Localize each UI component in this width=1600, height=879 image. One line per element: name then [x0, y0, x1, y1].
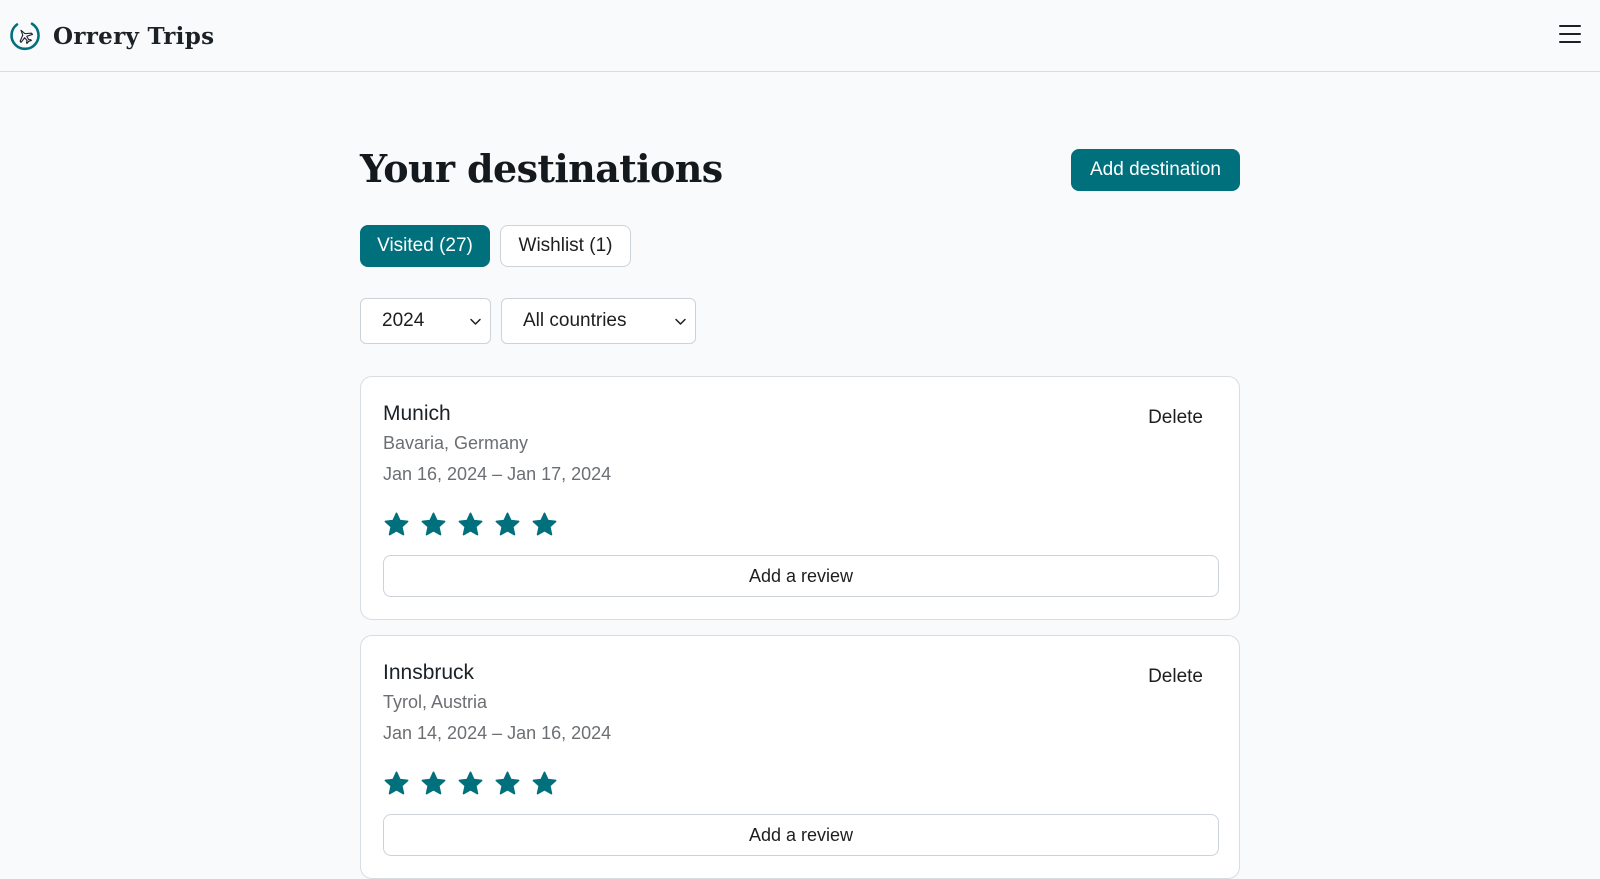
- star-rating: [383, 770, 558, 797]
- star-icon[interactable]: [420, 770, 447, 797]
- star-icon[interactable]: [420, 511, 447, 538]
- destination-region: Tyrol, Austria: [383, 692, 488, 712]
- star-icon[interactable]: [494, 770, 521, 797]
- star-icon[interactable]: [457, 511, 484, 538]
- chevron-down-icon: [470, 318, 481, 325]
- delete-button[interactable]: Delete: [1148, 666, 1203, 688]
- destination-city: Munich: [383, 402, 451, 425]
- destination-card: Munich Bavaria, Germany Jan 16, 2024 – J…: [360, 376, 1240, 620]
- country-select[interactable]: All countries: [501, 298, 696, 344]
- star-icon[interactable]: [531, 770, 558, 797]
- destination-dates: Jan 14, 2024 – Jan 16, 2024: [383, 723, 612, 743]
- add-review-button[interactable]: Add a review: [383, 555, 1219, 597]
- add-destination-button[interactable]: Add destination: [1071, 149, 1240, 191]
- star-icon[interactable]: [494, 511, 521, 538]
- country-select-value: All countries: [523, 310, 627, 331]
- star-icon[interactable]: [383, 511, 410, 538]
- destination-region: Bavaria, Germany: [383, 433, 529, 453]
- plane-circle-icon: [8, 19, 42, 53]
- year-select-value: 2024: [382, 310, 425, 331]
- delete-button[interactable]: Delete: [1148, 407, 1203, 429]
- star-rating: [383, 511, 558, 538]
- tab-visited[interactable]: Visited (27): [360, 225, 490, 267]
- destination-city: Innsbruck: [383, 661, 475, 684]
- star-icon[interactable]: [457, 770, 484, 797]
- add-review-button[interactable]: Add a review: [383, 814, 1219, 856]
- star-icon[interactable]: [531, 511, 558, 538]
- year-select[interactable]: 2024: [360, 298, 491, 344]
- hamburger-menu-icon[interactable]: [1558, 22, 1582, 46]
- top-nav-bar: Orrery Trips: [0, 0, 1600, 72]
- page-title: Your destinations: [360, 146, 723, 191]
- chevron-down-icon: [675, 318, 686, 325]
- star-icon[interactable]: [383, 770, 410, 797]
- destination-card: Innsbruck Tyrol, Austria Jan 14, 2024 – …: [360, 635, 1240, 879]
- brand[interactable]: Orrery Trips: [8, 18, 214, 54]
- brand-name: Orrery Trips: [53, 22, 215, 50]
- tab-wishlist[interactable]: Wishlist (1): [500, 225, 631, 267]
- destination-dates: Jan 16, 2024 – Jan 17, 2024: [383, 464, 612, 484]
